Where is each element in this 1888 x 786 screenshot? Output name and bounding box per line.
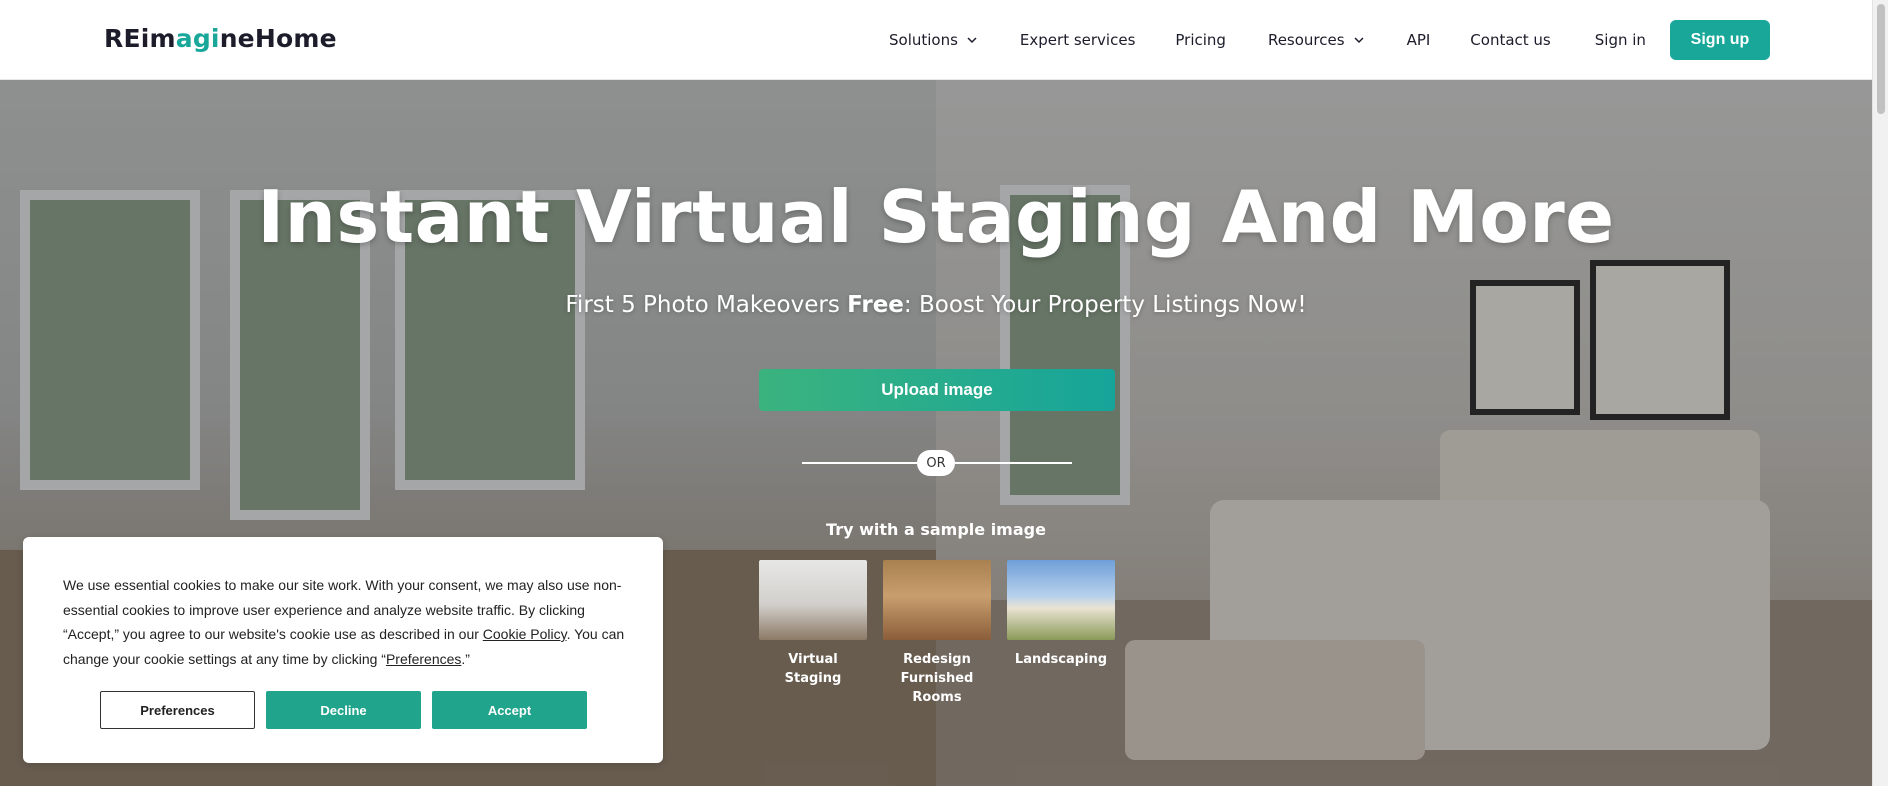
logo-prefix: REim (104, 24, 176, 53)
preferences-link[interactable]: Preferences (386, 651, 461, 667)
nav-item-expert-services[interactable]: Expert services (1020, 31, 1135, 49)
nav-item-label: Resources (1267, 31, 1345, 49)
logo[interactable]: REimagineHome (104, 24, 337, 53)
nav-item-solutions[interactable]: Solutions (889, 31, 978, 49)
sample-thumbnail[interactable] (1007, 560, 1115, 640)
cookie-text-3: .” (461, 650, 470, 667)
sign-up-button[interactable]: Sign up (1670, 20, 1770, 60)
nav-item-pricing[interactable]: Pricing (1175, 31, 1226, 49)
chevron-down-icon (967, 37, 977, 44)
or-badge: OR (917, 450, 955, 476)
nav-item-contact-us[interactable]: Contact us (1470, 31, 1550, 49)
sample-label: Virtual Staging (784, 652, 842, 686)
nav-item-label: Contact us (1470, 31, 1551, 49)
accept-button[interactable]: Accept (432, 691, 587, 729)
nav-item-label: Pricing (1175, 31, 1226, 49)
nav-item-api[interactable]: API (1407, 31, 1431, 49)
nav-item-label: API (1406, 31, 1431, 49)
top-navbar: REimagineHome Solutions Expert services … (0, 0, 1872, 80)
decline-button[interactable]: Decline (266, 691, 421, 729)
cookie-policy-link[interactable]: Cookie Policy (483, 626, 567, 642)
chevron-down-icon (1354, 37, 1364, 44)
nav-links: Solutions Expert services Pricing Resour… (889, 0, 1646, 80)
preferences-button[interactable]: Preferences (100, 691, 255, 729)
sample-virtual-staging[interactable]: Virtual Staging (759, 560, 867, 707)
subtitle-prefix: First 5 Photo Makeovers (565, 292, 848, 318)
logo-accent: agi (175, 24, 220, 53)
or-divider-left (802, 462, 917, 464)
logo-suffix: neHome (219, 24, 337, 53)
sample-thumbnail[interactable] (759, 560, 867, 640)
hero-subtitle: First 5 Photo Makeovers Free: Boost Your… (0, 292, 1872, 318)
subtitle-suffix: : Boost Your Property Listings Now! (903, 292, 1307, 318)
nav-item-resources[interactable]: Resources (1268, 31, 1365, 49)
nav-item-label: Sign in (1594, 31, 1646, 49)
scrollbar-thumb[interactable] (1877, 4, 1885, 114)
hero-title: Instant Virtual Staging And More (257, 175, 1615, 259)
sample-redesign-furnished-rooms[interactable]: Redesign Furnished Rooms (883, 560, 991, 707)
cookie-banner: We use essential cookies to make our sit… (23, 537, 663, 763)
subtitle-bold: Free (847, 292, 904, 318)
sample-label: Redesign Furnished Rooms (900, 652, 974, 705)
nav-item-sign-in[interactable]: Sign in (1595, 31, 1646, 49)
nav-item-label: Expert services (1019, 31, 1136, 49)
upload-image-button[interactable]: Upload image (759, 369, 1115, 411)
sample-landscaping[interactable]: Landscaping (1007, 560, 1115, 707)
cookie-message: We use essential cookies to make our sit… (63, 573, 633, 671)
or-divider-right (955, 462, 1072, 464)
page-scrollbar[interactable] (1872, 0, 1888, 786)
nav-item-label: Solutions (889, 31, 958, 49)
sample-label: Landscaping (1014, 652, 1108, 667)
sample-thumbnail[interactable] (883, 560, 991, 640)
sample-images: Virtual Staging Redesign Furnished Rooms… (759, 560, 1115, 707)
